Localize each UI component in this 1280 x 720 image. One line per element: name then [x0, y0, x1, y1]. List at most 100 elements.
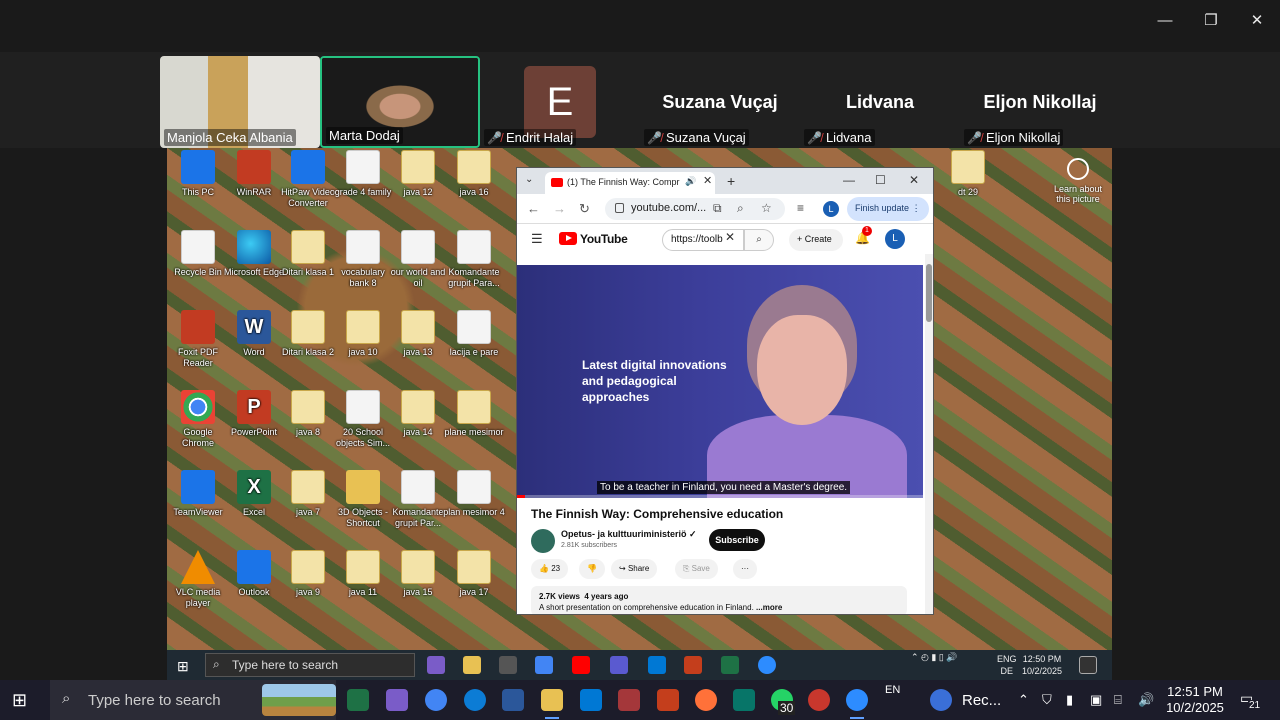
usb-icon[interactable]: ▮ — [1066, 692, 1073, 708]
desktop-icon[interactable]: vocabulary bank 8 — [332, 230, 394, 289]
remote-start-icon[interactable]: ⊞ — [177, 658, 189, 675]
url-field[interactable]: youtube.com/... — [605, 198, 785, 220]
desktop-icon[interactable]: java 12 — [387, 150, 449, 198]
participant-tile-lidvana[interactable]: Lidvana 🎤̸ Lidvana — [800, 56, 960, 148]
desktop-icon[interactable]: java 15 — [387, 550, 449, 598]
browser-close-button[interactable]: ✕ — [909, 173, 919, 187]
desktop-icon[interactable]: HitPaw Video Converter — [277, 150, 339, 209]
desktop-icon[interactable]: Ditari klasa 2 — [277, 310, 339, 358]
desktop-icon[interactable]: Komandante grupit Par... — [387, 470, 449, 529]
powerpoint-icon[interactable] — [657, 689, 679, 711]
desktop-icon[interactable]: java 13 — [387, 310, 449, 358]
channel-avatar[interactable] — [531, 529, 555, 553]
language-indicator[interactable]: EN — [885, 684, 900, 696]
browser-minimize-button[interactable]: — — [843, 173, 855, 187]
install-app-icon[interactable]: ⧉ — [713, 201, 722, 216]
firefox-icon[interactable] — [695, 689, 717, 711]
share-button[interactable]: ↪ Share — [611, 559, 658, 579]
subscribe-button[interactable]: Subscribe — [709, 529, 765, 551]
edge-icon[interactable] — [464, 689, 486, 711]
minimize-button[interactable]: — — [1150, 10, 1180, 32]
zoom-icon[interactable] — [758, 656, 776, 674]
copilot-icon[interactable] — [386, 689, 408, 711]
description-more-link[interactable]: ...more — [756, 603, 782, 612]
tab-search-button[interactable]: ⌄ — [525, 174, 533, 185]
media-player-icon[interactable] — [610, 656, 628, 674]
show-hidden-icons-icon[interactable]: ⌃ — [1018, 692, 1029, 708]
desktop-icon[interactable]: java 11 — [332, 550, 394, 598]
create-button[interactable]: + Create — [789, 229, 843, 251]
participant-tile-eljon[interactable]: Eljon Nikollaj 🎤̸ Eljon Nikollaj — [960, 56, 1120, 148]
hamburger-menu-icon[interactable]: ☰ — [531, 231, 543, 247]
participant-tile-suzana[interactable]: Suzana Vuçaj 🎤̸ Suzana Vuçaj — [640, 56, 800, 148]
desktop-icon[interactable]: WinRAR — [223, 150, 285, 198]
copilot-icon[interactable] — [427, 656, 445, 674]
desktop-icon[interactable]: Outlook — [223, 550, 285, 598]
youtube-avatar[interactable]: L — [885, 229, 905, 249]
restore-button[interactable]: ❐ — [1196, 10, 1226, 32]
channel-name[interactable]: Opetus- ja kulttuuriministeriö ✓ — [561, 529, 697, 540]
browser-maximize-button[interactable]: ☐ — [875, 173, 886, 187]
desktop-icon[interactable]: Google Chrome — [167, 390, 229, 449]
profile-avatar[interactable]: L — [823, 201, 839, 217]
security-icon[interactable]: ⛉ — [1042, 692, 1052, 708]
word-icon[interactable] — [502, 689, 524, 711]
desktop-icon[interactable]: Foxit PDF Reader — [167, 310, 229, 369]
volume-icon[interactable]: 🔊 — [1138, 692, 1154, 708]
display-icon[interactable]: ▣ — [1090, 692, 1102, 708]
save-button[interactable]: ⎘ Save — [675, 559, 718, 579]
clear-search-icon[interactable]: ✕ — [725, 230, 735, 244]
search-icon[interactable]: ⌕ — [744, 229, 774, 251]
more-actions-button[interactable]: ··· — [733, 559, 757, 579]
desktop-icon[interactable]: Komandante grupit Para... — [443, 230, 505, 289]
desktop-icon[interactable]: Ditari klasa 1 — [277, 230, 339, 278]
forward-button[interactable]: → — [553, 201, 566, 216]
youtube-icon[interactable] — [572, 656, 590, 674]
participant-tile-marta[interactable]: Marta Dodaj — [320, 56, 480, 148]
action-center-icon[interactable]: ▭ 21 — [1240, 690, 1262, 711]
taskbar-search-input[interactable]: ⌕ Type here to search — [50, 680, 336, 720]
windows-start-icon[interactable]: ⊞ — [12, 690, 27, 711]
desktop-icon[interactable]: X Excel — [223, 470, 285, 518]
thermometer-icon[interactable] — [930, 689, 952, 711]
notifications-bell-icon[interactable]: 🔔 1 — [855, 226, 872, 245]
screen-recorder-icon[interactable] — [808, 689, 830, 711]
video-progress-bar[interactable] — [517, 495, 923, 498]
recording-label[interactable]: Rec... — [962, 692, 1001, 709]
desktop-icon[interactable]: dt 29 — [937, 150, 999, 198]
desktop-icon[interactable]: Recycle Bin — [167, 230, 229, 278]
reload-button[interactable]: ↻ — [579, 201, 590, 217]
desktop-icon[interactable]: W Word — [223, 310, 285, 358]
finish-update-button[interactable]: Finish update ⋮ — [847, 197, 929, 221]
desktop-icon[interactable]: our world and oil — [387, 230, 449, 289]
description-box[interactable]: 2.7K views 4 years ago A short presentat… — [531, 586, 907, 614]
desktop-icon[interactable]: VLC media player — [167, 550, 229, 609]
desktop-icon[interactable]: java 8 — [277, 390, 339, 438]
dislike-button[interactable]: 👎 — [579, 559, 605, 579]
desktop-icon[interactable]: java 14 — [387, 390, 449, 438]
powerpoint-icon[interactable] — [684, 656, 702, 674]
chrome-icon[interactable] — [535, 656, 553, 674]
network-icon[interactable]: ⌸ — [1114, 692, 1122, 708]
store-icon[interactable] — [648, 656, 666, 674]
participant-tile-endrit[interactable]: E 🎤̸ Endrit Halaj — [480, 56, 640, 148]
video-player[interactable]: Latest digital innovations and pedagogic… — [517, 265, 923, 498]
remote-clock[interactable]: 12:50 PM 10/2/2025 — [1022, 653, 1062, 677]
settings-icon[interactable] — [499, 656, 517, 674]
taskbar-clock[interactable]: 12:51 PM 10/2/2025 — [1160, 684, 1230, 716]
like-button[interactable]: 👍 23 — [531, 559, 569, 579]
publisher-icon[interactable] — [733, 689, 755, 711]
remote-language-indicator[interactable]: ENG DE — [997, 653, 1017, 677]
excel-icon[interactable] — [347, 689, 369, 711]
desktop-icon[interactable]: This PC — [167, 150, 229, 198]
close-button[interactable]: ✕ — [1242, 10, 1272, 32]
tab-close-icon[interactable]: ✕ — [703, 174, 712, 187]
desktop-icon[interactable]: java 7 — [277, 470, 339, 518]
participant-tile-manjola[interactable]: Manjola Ceka Albania — [160, 56, 320, 148]
desktop-icon[interactable]: java 9 — [277, 550, 339, 598]
bookmark-star-icon[interactable]: ☆ — [761, 201, 772, 215]
desktop-icon[interactable]: java 10 — [332, 310, 394, 358]
file-explorer-icon[interactable] — [463, 656, 481, 674]
media-control-icon[interactable]: ≡ — [797, 201, 804, 215]
zoom-icon[interactable] — [846, 689, 868, 719]
